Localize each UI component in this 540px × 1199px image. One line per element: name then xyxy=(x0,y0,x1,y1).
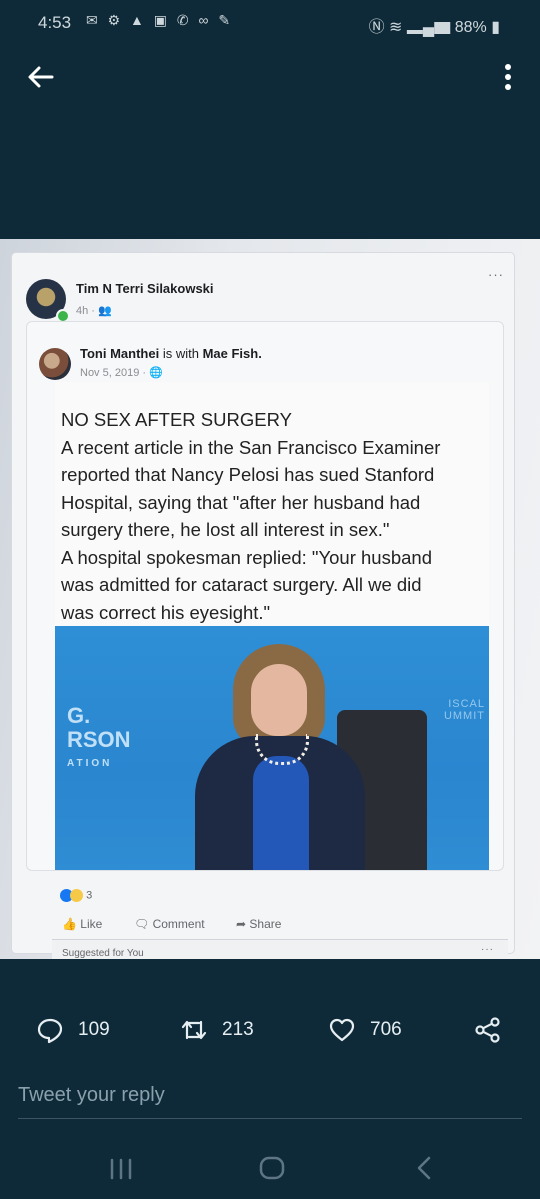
meme-line: A hospital spokesman replied: "Your husb… xyxy=(61,546,432,568)
home-button[interactable] xyxy=(252,1148,292,1188)
nfc-icon: Ⓝ xyxy=(368,19,385,36)
reaction-count: 3 xyxy=(86,889,93,902)
shared-meta: Nov 5, 2019 · 🌐 xyxy=(80,366,163,379)
suggested-section: Suggested for You ··· xyxy=(52,939,508,959)
share-action: ➦ Share xyxy=(236,917,282,931)
haha-reaction-icon xyxy=(70,889,83,902)
share-arrow-icon: ➦ xyxy=(236,917,247,931)
suggested-label: Suggested for You xyxy=(62,948,144,959)
recents-button[interactable] xyxy=(101,1148,141,1188)
reactions-summary: 3 xyxy=(60,889,92,902)
retweet-button[interactable]: 213 xyxy=(180,1008,254,1052)
comment-icon: 🗨 xyxy=(134,917,150,931)
with-text: is with xyxy=(162,346,199,361)
status-time: 4:53 xyxy=(38,13,72,32)
reply-icon xyxy=(37,1018,63,1044)
person-top xyxy=(253,756,309,870)
retweet-icon xyxy=(181,1020,207,1040)
like-button[interactable]: 706 xyxy=(328,1008,402,1052)
heart-icon xyxy=(329,1018,355,1042)
top-app-bar xyxy=(0,46,540,110)
post-meta: 4h · 👥 xyxy=(76,304,112,317)
share-icon xyxy=(475,1017,500,1043)
reply-placeholder: Tweet your reply xyxy=(18,1084,165,1106)
back-button[interactable] xyxy=(24,60,58,94)
shared-author-line: Toni Manthei is with Mae Fish. xyxy=(80,346,262,361)
person-face xyxy=(251,664,307,736)
summit-text: ISCAL UMMIT xyxy=(443,698,485,722)
chevron-left-icon xyxy=(417,1156,431,1180)
status-bar: 4:53 ✉ ⚙ ▲ ▣ ✆ ∞ ✎ Ⓝ ≋ ▂▄▆ 88% ▮ xyxy=(0,0,540,46)
reply-button[interactable]: 109 xyxy=(36,1008,110,1052)
facebook-post-card: Tim N Terri Silakowski 4h · 👥 ··· Toni M… xyxy=(12,253,514,953)
retweet-count: 213 xyxy=(222,1019,254,1040)
system-nav-bar xyxy=(0,1140,540,1199)
meme-line: was correct his eyesight." xyxy=(61,601,271,623)
signal-icon: ▂▄▆ xyxy=(406,19,451,36)
meme-photo: G. RSON ATION ISCAL UMMIT xyxy=(55,626,489,870)
thumbs-up-icon: 👍 xyxy=(62,917,77,931)
back-nav-button[interactable] xyxy=(404,1148,444,1188)
home-icon xyxy=(259,1156,285,1180)
more-options-button[interactable] xyxy=(498,60,518,94)
post-actions: 👍 Like 🗨 Comment ➦ Share xyxy=(12,917,312,937)
friends-icon: 👥 xyxy=(98,305,112,317)
wifi-icon: ≋ xyxy=(389,19,403,36)
meme-line: reported that Nancy Pelosi has sued Stan… xyxy=(61,464,435,485)
meme-line: Hospital, saying that "after her husband… xyxy=(61,491,421,513)
globe-icon: 🌐 xyxy=(149,367,163,379)
meme-text: NO SEX AFTER SURGERY A recent article in… xyxy=(61,406,486,626)
tweet-action-bar: 109 213 706 xyxy=(0,1008,540,1052)
shared-avatar xyxy=(39,348,71,380)
more-vertical-icon xyxy=(505,64,511,90)
notification-icons: ✉ ⚙ ▲ ▣ ✆ ∞ ✎ xyxy=(86,12,234,28)
post-author: Tim N Terri Silakowski xyxy=(76,281,214,296)
recents-icon xyxy=(110,1158,132,1180)
meme-line: was admitted for cataract surgery. All w… xyxy=(61,574,422,595)
reply-count: 109 xyxy=(78,1019,110,1040)
like-action: 👍 Like xyxy=(62,917,103,931)
meme-image: NO SEX AFTER SURGERY A recent article in… xyxy=(55,382,489,870)
backdrop-text: G. RSON ATION xyxy=(67,703,131,770)
tweet-media-image[interactable]: Tim N Terri Silakowski 4h · 👥 ··· Toni M… xyxy=(0,239,540,959)
meme-line: NO SEX AFTER SURGERY xyxy=(61,409,292,430)
arrow-left-icon xyxy=(28,66,54,88)
post-time: 4h · xyxy=(76,305,95,317)
like-count: 706 xyxy=(370,1019,402,1040)
shared-author: Toni Manthei xyxy=(80,346,160,361)
shared-date: Nov 5, 2019 · xyxy=(80,367,147,379)
share-button[interactable] xyxy=(474,1008,502,1052)
shared-post: Toni Manthei is with Mae Fish. Nov 5, 20… xyxy=(26,321,504,871)
suggested-more-icon: ··· xyxy=(481,944,494,955)
comment-action: 🗨 Comment xyxy=(134,917,205,931)
post-more-icon: ··· xyxy=(488,267,504,282)
tagged-name: Mae Fish. xyxy=(202,346,262,361)
tweet-reply-input[interactable]: Tweet your reply xyxy=(18,1078,522,1119)
meme-line: surgery there, he lost all interest in s… xyxy=(61,519,390,540)
status-right: Ⓝ ≋ ▂▄▆ 88% ▮ xyxy=(369,13,500,37)
battery-percent: 88% xyxy=(454,19,487,36)
meme-line: A recent article in the San Francisco Ex… xyxy=(61,436,441,458)
battery-icon: ▮ xyxy=(491,19,500,36)
